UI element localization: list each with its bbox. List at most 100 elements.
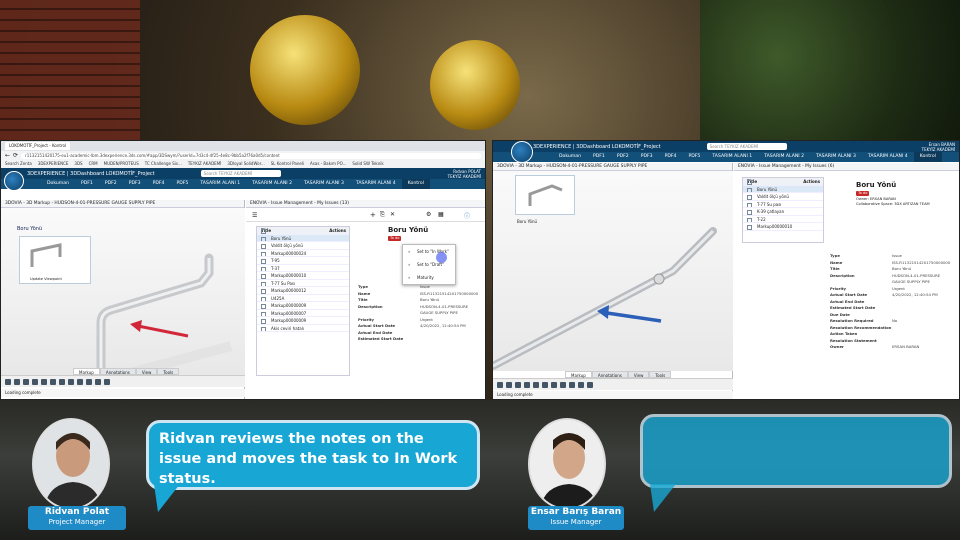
tab-tasarim-2[interactable]: TASARIM ALANI 2 <box>758 152 810 162</box>
tab-tasarim-2[interactable]: TASARIM ALANI 2 <box>246 179 298 189</box>
bookmark-item[interactable]: TEYKIZ AKADEMİ <box>188 160 222 168</box>
info-icon[interactable]: ⓘ <box>464 211 470 220</box>
tab-tasarim-3[interactable]: TASARIM ALANI 3 <box>810 152 862 162</box>
tab-annotations[interactable]: Annotations <box>99 368 136 375</box>
bookmark-item[interactable]: Asas - Bakım PO... <box>310 160 346 168</box>
layout-icon[interactable]: ▦ <box>438 211 444 218</box>
list-item[interactable]: K-39 çatlayan <box>743 208 823 216</box>
list-item[interactable]: T-22 <box>743 216 823 223</box>
search-input[interactable]: Search TEYKIZ AKADEMİ <box>706 143 787 150</box>
cut-icon[interactable] <box>506 381 512 388</box>
tab-tasarim-3[interactable]: TASARIM ALANI 3 <box>298 179 350 189</box>
bookmark-item[interactable]: Search Zenta <box>5 160 32 168</box>
tab-pdf1[interactable]: PDF1 <box>75 179 99 189</box>
list-item[interactable]: T-95 <box>257 257 349 265</box>
bookmark-item[interactable]: SL Kontrol Paneli <box>271 160 304 168</box>
tab-markup[interactable]: Markup <box>565 371 592 378</box>
redo-icon[interactable] <box>542 381 548 388</box>
tools-icon[interactable]: ✕ <box>390 211 395 218</box>
cut-icon[interactable] <box>14 378 20 385</box>
compass-icon[interactable] <box>511 141 533 163</box>
tab-tasarim-4[interactable]: TASARIM ALANI 4 <box>350 179 402 189</box>
paste-icon[interactable] <box>524 381 530 388</box>
pipe-model[interactable] <box>493 211 733 371</box>
viewpoint-card[interactable] <box>515 175 575 215</box>
tree-label[interactable]: Boru Yönü <box>17 226 42 232</box>
text-tool-icon[interactable] <box>86 378 92 385</box>
tab-pdf3[interactable]: PDF3 <box>635 152 659 162</box>
tab-kontrol[interactable]: Kontrol <box>401 179 430 189</box>
arrow-tool-icon[interactable] <box>77 378 83 385</box>
tab-tools[interactable]: Tools <box>649 371 672 378</box>
list-item[interactable]: Boru Yönü <box>257 234 349 242</box>
tab-tools[interactable]: Tools <box>157 368 180 375</box>
list-item[interactable]: Markup00000012 <box>257 287 349 295</box>
pointer-icon[interactable] <box>497 381 503 388</box>
url-input[interactable]: r1132151420175-eu1-academic-lbm.3dexperi… <box>21 152 481 159</box>
redo-icon[interactable] <box>50 378 56 385</box>
filter-icon[interactable]: ☰ <box>252 212 257 219</box>
bookmark-item[interactable]: CRM <box>89 160 98 168</box>
list-item[interactable]: T-37 <box>257 265 349 272</box>
pencil-icon[interactable] <box>59 378 65 385</box>
tab-tasarim-1[interactable]: TASARIM ALANI 1 <box>706 152 758 162</box>
tab-tasarim-4[interactable]: TASARIM ALANI 4 <box>862 152 914 162</box>
search-input[interactable]: Search TEYKIZ AKADEMİ <box>200 170 281 177</box>
3d-viewport[interactable]: Boru Yönü <box>493 171 733 371</box>
menu-item-set-draft[interactable]: Set to "Draft" <box>403 258 455 271</box>
text-tool-icon[interactable] <box>578 381 584 388</box>
user-info[interactable]: Rıdvan POLAT TEKYİZ AKADEMİ <box>448 169 481 179</box>
status-badge[interactable]: To do <box>856 191 870 196</box>
list-item[interactable]: T-77 Su Pası <box>257 280 349 287</box>
list-item[interactable]: Boru Yönü <box>743 185 823 193</box>
bookmark-item[interactable]: 3DEXPERIENCE <box>38 160 69 168</box>
pencil-icon[interactable] <box>551 381 557 388</box>
list-item[interactable]: Markup00000009 <box>257 317 349 325</box>
list-item[interactable]: Valdit ölçü yönü <box>743 193 823 201</box>
tab-pdf5[interactable]: PDF5 <box>682 152 706 162</box>
list-item[interactable]: U425A <box>257 295 349 302</box>
list-item[interactable]: Markup00000007 <box>257 310 349 317</box>
tab-pdf2[interactable]: PDF2 <box>99 179 123 189</box>
bookmark-item[interactable]: MUDEN/PROTEUS <box>104 160 139 168</box>
menu-item-maturity[interactable]: Maturity <box>403 271 455 284</box>
bookmark-item[interactable]: Solid SW Teknik <box>352 160 383 168</box>
bookmark-item[interactable]: TC Challenge Sis... <box>145 160 182 168</box>
refresh-icon[interactable]: ⟳ <box>13 152 18 159</box>
arrow-tool-icon[interactable] <box>569 381 575 388</box>
share-icon[interactable]: ⎘ <box>380 211 385 219</box>
tab-pdf4[interactable]: PDF4 <box>659 152 683 162</box>
tab-view[interactable]: View <box>627 371 650 378</box>
tab-pdf5[interactable]: PDF5 <box>170 179 194 189</box>
tab-tasarim-1[interactable]: TASARIM ALANI 1 <box>194 179 246 189</box>
camera-icon[interactable] <box>68 378 74 385</box>
gear-icon[interactable]: ⚙ <box>426 211 431 218</box>
tab-pdf1[interactable]: PDF1 <box>587 152 611 162</box>
user-info[interactable]: Ersan BARAN TEKYİZ AKADEMİ <box>922 142 955 152</box>
status-badge[interactable]: To do <box>388 236 402 241</box>
tab-markup[interactable]: Markup <box>73 368 100 375</box>
tab-kontrol[interactable]: Kontrol <box>913 152 942 162</box>
tab-pdf3[interactable]: PDF3 <box>123 179 147 189</box>
pipe-model[interactable] <box>81 238 241 378</box>
add-icon[interactable]: + <box>370 211 376 219</box>
undo-icon[interactable] <box>41 378 47 385</box>
list-item[interactable]: Valdit ölçü yönü <box>257 242 349 250</box>
tab-view[interactable]: View <box>135 368 158 375</box>
menu-item-set-in-work[interactable]: Set to "In Work" <box>403 245 455 258</box>
tab-pdf4[interactable]: PDF4 <box>147 179 171 189</box>
list-item[interactable]: Markup00000010 <box>257 272 349 280</box>
copy-icon[interactable] <box>515 381 521 388</box>
paste-icon[interactable] <box>32 378 38 385</box>
tab-dokuman[interactable]: Dokuman <box>41 179 75 189</box>
3d-viewport[interactable]: Boru Yönü Update Viewpoint <box>1 208 245 378</box>
shape-tool-icon[interactable] <box>587 381 593 388</box>
bookmark-item[interactable]: 3Dloyal SolidWor... <box>227 160 264 168</box>
copy-icon[interactable] <box>23 378 29 385</box>
list-item[interactable]: T-77 Su pası <box>743 201 823 208</box>
measure-icon[interactable] <box>104 378 110 385</box>
list-item[interactable]: Markup00000010 <box>743 223 823 231</box>
pointer-icon[interactable] <box>5 378 11 385</box>
back-icon[interactable]: ← <box>5 152 10 159</box>
undo-icon[interactable] <box>533 381 539 388</box>
